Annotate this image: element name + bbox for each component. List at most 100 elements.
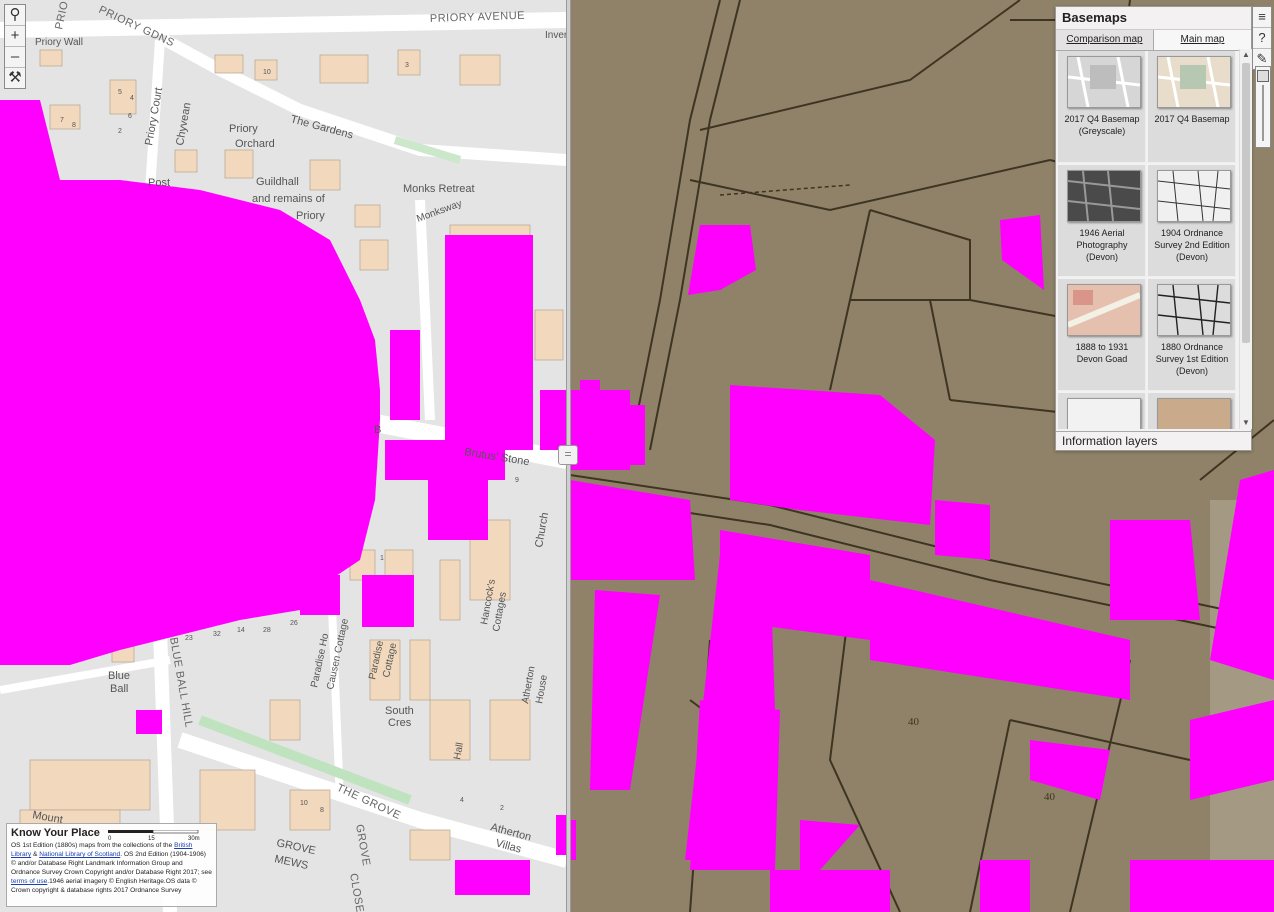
basemap-thumbnail [1157,398,1231,429]
attribution-line: OS 1st Edition (1880s) maps from the col… [11,842,175,849]
label-post: Post [148,177,170,189]
label-grove-close-2: CLOSE [347,872,366,912]
main-map-pane[interactable]: PRIORY AVENUE PRIORY GDNS PRIO Priory Wa… [0,0,567,912]
basemap-option[interactable] [1058,393,1146,429]
attribution-box: Know Your Place 0 15 30m OS 1st Edition … [6,823,217,907]
house-number: 14 [237,627,245,634]
label-guildhall: Guildhall [256,176,299,188]
scroll-thumb[interactable] [1242,63,1250,343]
swipe-handle[interactable]: = [558,445,578,465]
basemap-option[interactable]: 2017 Q4 Basemap [1148,51,1236,163]
help-icon[interactable]: ? [1253,28,1271,49]
label-monks-retreat: Monks Retreat [403,183,475,195]
basemap-label: 2017 Q4 Basemap (Greyscale) [1064,114,1140,136]
house-number: 23 [185,635,193,642]
house-number: 6 [128,113,132,120]
label-b: B [374,424,381,436]
house-number: 3 [405,62,409,69]
right-toolbar: ≡ ? ✎ [1252,6,1272,70]
search-icon[interactable]: ⚲ [5,5,25,26]
basemap-thumbnail [1157,56,1231,108]
label-ball: Ball [110,683,128,695]
label-mews: MEWS [273,853,309,872]
information-layers-button[interactable]: Information layers [1056,431,1251,450]
modern-os-map: PRIORY AVENUE PRIORY GDNS PRIO Priory Wa… [0,0,567,912]
tab-main-map[interactable]: Main map [1154,30,1251,50]
nls-link[interactable]: National Library of Scotland [39,851,120,858]
house-number: 8 [72,122,76,129]
scroll-down-arrow[interactable]: ▼ [1240,417,1252,429]
basemaps-panel: Basemaps Comparison map Main map 2017 Q4… [1055,6,1252,451]
basemap-label: 1904 Ordnance Survey 2nd Edition (Devon) [1154,228,1230,262]
label-blue-ball-hill: BLUE BALL HILL [167,636,195,728]
house-number: 26 [290,620,298,627]
attribution-ampersand: & [31,851,40,858]
basemap-option[interactable]: 1946 Aerial Photography (Devon) [1058,165,1146,277]
house-number: 8 [320,807,324,814]
label-house: House [534,674,550,705]
label-priory: Priory [296,210,325,222]
label-cres: Cres [388,717,412,729]
basemap-thumbnail-grid: 2017 Q4 Basemap (Greyscale) 2017 Q4 Base… [1056,49,1238,429]
label-blue: Blue [108,670,130,682]
basemap-thumbnail [1157,170,1231,222]
house-number: 4 [130,95,134,102]
label-south: South [385,705,414,717]
scale-bar: 0 15 30m [108,830,200,841]
layers-icon[interactable]: ≡ [1253,7,1271,28]
label-and-remains-of: and remains of [252,193,326,205]
basemap-tabs: Comparison map Main map [1056,30,1251,51]
house-number: 10 [263,69,271,76]
zoom-out-button[interactable]: – [5,47,25,68]
basemap-thumbnail [1066,284,1142,336]
basemap-thumbnail [1157,284,1231,336]
basemap-label: 2017 Q4 Basemap [1154,114,1230,124]
house-number: 2 [500,805,504,812]
tab-comparison-map[interactable]: Comparison map [1056,30,1154,50]
label-priory-orchard-1: Priory [229,123,258,135]
zoom-in-button[interactable]: + [5,26,25,47]
basemap-thumbnail [1067,170,1141,222]
label-grove-close-1: GROVE [353,823,372,867]
house-number: 32 [213,631,221,638]
house-number: 2 [118,128,122,135]
basemap-option[interactable] [1148,393,1236,429]
terms-of-use-link[interactable]: terms of use [11,878,47,885]
attribution-text: OS 1st Edition (1880s) maps from the col… [11,841,212,895]
old-map-parcel-number: 40 [1044,791,1056,803]
basemap-label: 1880 Ordnance Survey 1st Edition (Devon) [1155,342,1229,376]
house-number: 10 [300,800,308,807]
scale-tick: 0 [108,836,112,841]
house-number: 1 [380,555,384,562]
thumbnail-scrollbar[interactable]: ▲ ▼ [1239,49,1252,429]
old-map-parcel-number: 40 [908,716,920,728]
basemap-option[interactable]: 2017 Q4 Basemap (Greyscale) [1058,51,1146,163]
measure-icon[interactable]: ⚒ [5,68,25,88]
opacity-slider[interactable] [1255,66,1271,148]
basemap-option[interactable]: 1880 Ordnance Survey 1st Edition (Devon) [1148,279,1236,391]
label-priory-wall: Priory Wall [35,37,83,48]
basemap-label: 1888 to 1931 Devon Goad [1075,342,1129,364]
opacity-slider-track[interactable] [1262,85,1264,141]
scale-tick: 30m [188,836,200,841]
label-priory-orchard-2: Orchard [235,138,275,150]
house-number: 9 [515,477,519,484]
house-number: 4 [460,797,464,804]
basemap-option[interactable]: 1888 to 1931 Devon Goad [1058,279,1146,391]
house-number: 7 [60,117,64,124]
opacity-slider-knob[interactable] [1257,70,1269,82]
label-inver: Inver [545,30,567,41]
house-number: 28 [263,627,271,634]
panel-title: Basemaps [1056,7,1251,30]
zoom-toolbar: ⚲ + – ⚒ [4,4,26,89]
basemap-thumbnail [1067,56,1141,108]
label-chyvean: Chyvean [174,102,193,147]
label-church: Church [533,512,551,549]
scale-tick: 15 [148,836,155,841]
basemap-thumbnail [1067,398,1141,429]
basemap-label: 1946 Aerial Photography (Devon) [1076,228,1128,262]
house-number: 5 [118,89,122,96]
label-priory-court: Priory Court [143,87,165,147]
basemap-option[interactable]: 1904 Ordnance Survey 2nd Edition (Devon) [1148,165,1236,277]
scroll-up-arrow[interactable]: ▲ [1240,49,1252,61]
